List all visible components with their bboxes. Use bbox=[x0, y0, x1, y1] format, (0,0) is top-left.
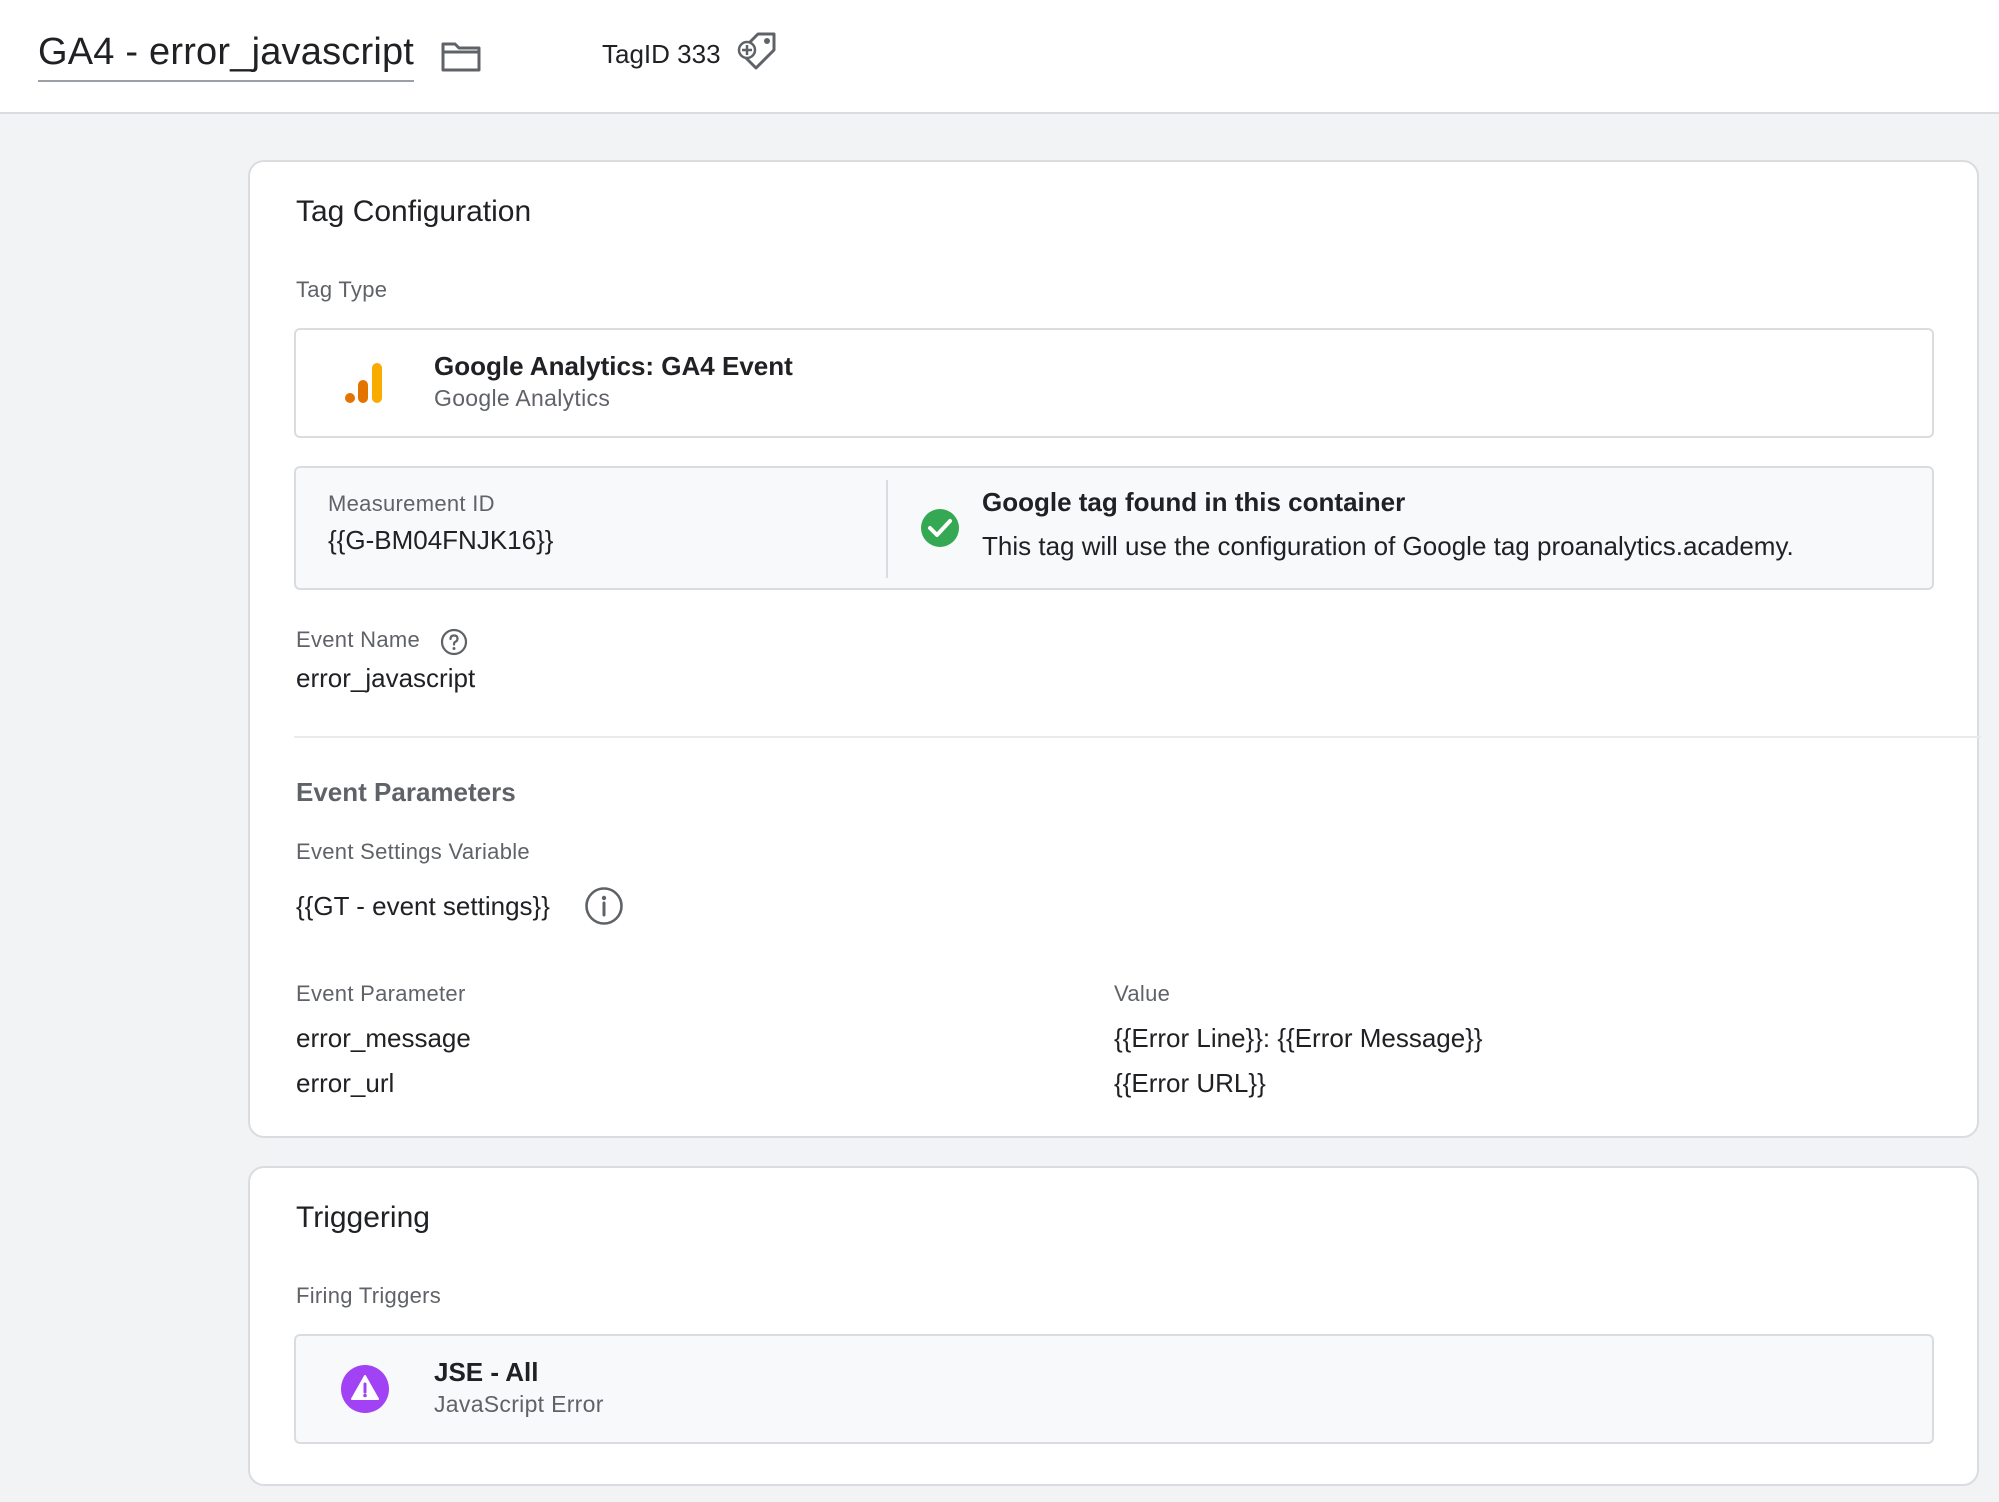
header-bar: GA4 - error_javascript TagID 333 bbox=[0, 0, 1999, 114]
tag-type-name: Google Analytics: GA4 Event bbox=[434, 351, 793, 381]
event-parameters-title: Event Parameters bbox=[296, 777, 516, 807]
tag-name-title[interactable]: GA4 - error_javascript bbox=[38, 30, 415, 82]
tag-type-label: Tag Type bbox=[296, 277, 388, 302]
check-circle-icon bbox=[921, 509, 959, 547]
google-analytics-icon bbox=[345, 363, 382, 403]
firing-trigger-item[interactable]: JSE - All JavaScript Error bbox=[294, 1334, 1934, 1444]
parameter-value-cell: {{Error URL}} bbox=[1114, 1068, 1266, 1098]
google-tag-status-title: Google tag found in this container bbox=[982, 487, 1406, 517]
google-tag-status-text: This tag will use the configuration of G… bbox=[982, 531, 1794, 561]
folder-icon[interactable] bbox=[440, 38, 482, 74]
measurement-divider bbox=[886, 480, 888, 578]
tag-type-selector[interactable]: Google Analytics: GA4 Event Google Analy… bbox=[294, 328, 1934, 438]
value-column-header: Value bbox=[1114, 981, 1171, 1006]
triggering-card[interactable]: Triggering Firing Triggers JSE - All Jav… bbox=[248, 1166, 1979, 1486]
tag-type-provider: Google Analytics bbox=[434, 385, 611, 411]
help-icon[interactable] bbox=[440, 628, 468, 656]
trigger-type: JavaScript Error bbox=[434, 1391, 604, 1417]
tag-id-label: TagID 333 bbox=[602, 39, 721, 69]
event-settings-variable-value[interactable]: {{GT - event settings}} bbox=[296, 890, 550, 922]
event-name-label: Event Name bbox=[296, 627, 421, 652]
triggering-title: Triggering bbox=[296, 1201, 430, 1234]
parameter-name-cell: error_url bbox=[296, 1068, 395, 1098]
info-icon[interactable] bbox=[584, 886, 624, 926]
tag-add-icon[interactable] bbox=[732, 28, 780, 76]
warning-icon bbox=[341, 1365, 389, 1413]
section-divider bbox=[294, 736, 1981, 738]
event-name-value[interactable]: error_javascript bbox=[296, 662, 475, 694]
trigger-name: JSE - All bbox=[434, 1357, 539, 1387]
measurement-id-value[interactable]: {{G-BM04FNJK16}} bbox=[328, 524, 553, 556]
measurement-id-box: Measurement ID {{G-BM04FNJK16}} Google t… bbox=[294, 466, 1934, 590]
firing-triggers-label: Firing Triggers bbox=[296, 1283, 442, 1308]
parameter-value-cell: {{Error Line}}: {{Error Message}} bbox=[1114, 1023, 1483, 1053]
event-parameter-column-header: Event Parameter bbox=[296, 981, 466, 1006]
tag-configuration-card[interactable]: Tag Configuration Tag Type Google Analyt… bbox=[248, 160, 1981, 1138]
tag-configuration-title: Tag Configuration bbox=[296, 195, 532, 228]
parameter-name-cell: error_message bbox=[296, 1023, 471, 1053]
event-settings-variable-label: Event Settings Variable bbox=[296, 839, 530, 864]
measurement-id-label: Measurement ID bbox=[328, 491, 495, 516]
